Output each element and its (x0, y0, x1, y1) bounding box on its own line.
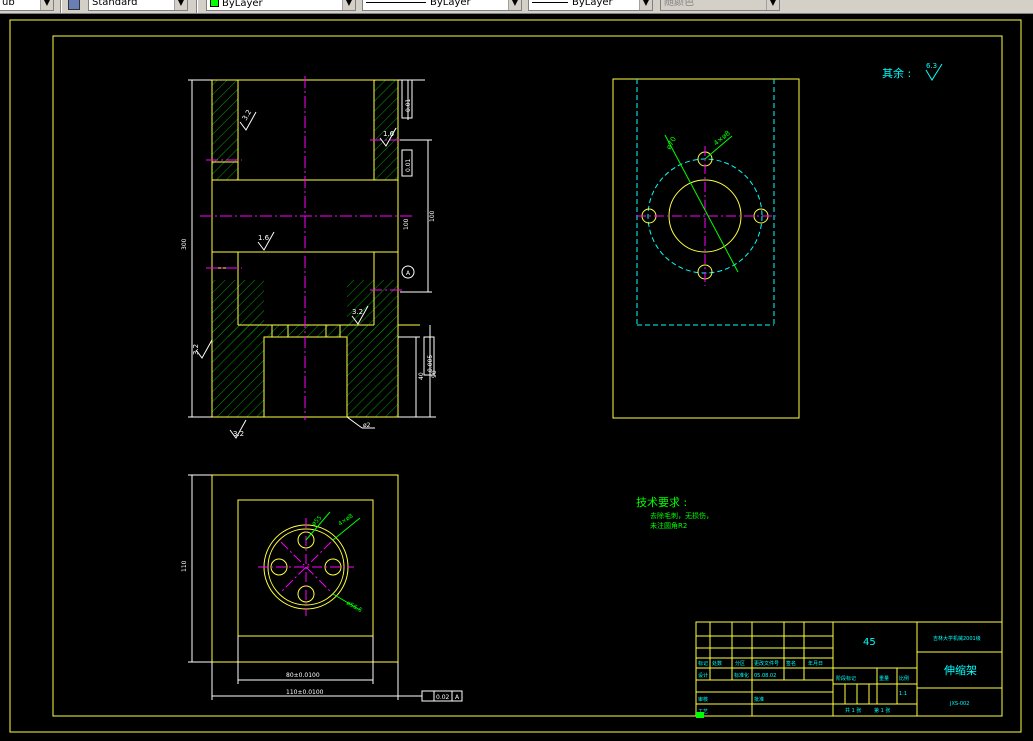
inner-frame (52, 35, 1003, 717)
linetype-control-select[interactable]: ByLayer ▼ (362, 0, 522, 11)
dim-mid-2: 100 (403, 218, 410, 230)
lineweight-control-select[interactable]: ByLayer ▼ (528, 0, 653, 11)
row-review: 审核 (698, 696, 708, 703)
row-approve: 批准 (754, 696, 764, 703)
outer-frame (9, 19, 1022, 733)
scale-label: 比例 (899, 675, 909, 682)
tolerance-value-3: 0.005 (427, 355, 434, 372)
chevron-down-icon[interactable]: ▼ (342, 0, 355, 10)
dim-style-value: Standard (92, 0, 138, 8)
col-doc: 更改文件号 (754, 660, 779, 667)
datum-label: A (406, 270, 411, 277)
toolbar-separator (196, 0, 198, 13)
chevron-down-icon[interactable]: ▼ (40, 0, 53, 10)
top-view[interactable]: ø55 4×ø8 ø56.5 110 80±0.0100 110±0.0100 … (181, 474, 463, 702)
lineweight-value: ByLayer (572, 0, 613, 8)
front-bottom-label: ø2 (363, 422, 371, 429)
top-hole-dim: 4×ø8 (337, 512, 355, 527)
roughness-value: 3.2 (192, 344, 200, 355)
plot-style-select: 随颜色 ▼ (660, 0, 780, 11)
tolerance-value-2: 0.01 (405, 158, 412, 172)
dim-mid: 100 (429, 210, 436, 222)
text-style-value: ub (2, 0, 15, 8)
properties-toolbar: ub ▼ Standard ▼ ByLayer ▼ ByLayer ▼ ByLayer ▼… (0, 0, 1033, 14)
color-value: ByLayer (222, 0, 263, 9)
scale-value: 1:1 (899, 691, 907, 697)
drawing-number: JXS-002 (949, 701, 969, 707)
top-width-inner-dim: 80±0.0100 (286, 672, 320, 679)
sheet-number: 第 1 张 (874, 707, 890, 714)
roughness-value: 3.2 (233, 430, 244, 438)
tolerance-value-1: 0.01 (405, 98, 412, 112)
tech-requirement-line: 去除毛刺，无损伤， (650, 511, 713, 520)
chevron-down-icon[interactable]: ▼ (174, 0, 187, 10)
row-design-date: 05.08.02 (754, 673, 776, 679)
school-name: 吉林大学机械2001级 (933, 635, 981, 642)
linetype-sample-icon (366, 1, 426, 3)
note-rest-roughness: 6.3 (926, 62, 937, 70)
dim-overall-height: 300 (181, 238, 188, 250)
plot-style-value: 随颜色 (664, 0, 694, 8)
hatch-region (212, 80, 238, 180)
col-sign: 签名 (786, 660, 796, 667)
toolbar-separator (60, 0, 62, 13)
tech-requirement-line: 未注圆角R2 (650, 521, 687, 530)
chevron-down-icon[interactable]: ▼ (639, 0, 652, 10)
dim-style-select[interactable]: Standard ▼ (88, 0, 188, 11)
ucs-marker-icon (696, 712, 704, 718)
col-zone: 分区 (735, 660, 745, 667)
drawing-svg[interactable]: 300 90 40 100 100 0.01 0.01 0.005 A ø2 3… (0, 14, 1033, 737)
lineweight-sample-icon (532, 1, 568, 3)
stage-label: 阶段标记 (836, 675, 856, 682)
row-standard: 标准化 (734, 672, 749, 679)
tech-requirements-title: 技术要求 : (636, 496, 687, 509)
side-view[interactable]: ø70 4×ø8 (612, 78, 800, 419)
drawing-canvas[interactable]: 300 90 40 100 100 0.01 0.01 0.005 A ø2 3… (0, 14, 1033, 737)
top-bolt-circle-dim: ø55 (310, 514, 323, 527)
chevron-down-icon[interactable]: ▼ (508, 0, 521, 10)
flatness-datum: A (455, 694, 460, 701)
color-swatch-icon (210, 0, 219, 7)
text-style-select[interactable]: ub ▼ (0, 0, 54, 11)
roughness-value: 1.6 (383, 130, 395, 138)
sheet-total: 共 1 张 (845, 707, 861, 714)
color-control-select[interactable]: ByLayer ▼ (206, 0, 356, 11)
note-rest: 其余 : (882, 66, 911, 80)
part-name: 伸缩架 (944, 664, 977, 677)
roughness-value: 3.2 (352, 308, 363, 316)
dimension-style-icon[interactable] (68, 0, 80, 10)
col-date: 年月日 (808, 660, 823, 667)
col-count: 处数 (712, 660, 722, 667)
hatch-region (347, 280, 398, 417)
row-design: 设计 (698, 672, 708, 679)
roughness-value: 1.6 (258, 234, 270, 242)
top-bolt-circle2-dim: ø56.5 (345, 600, 363, 615)
front-section-view[interactable]: 300 90 40 100 100 0.01 0.01 0.005 A ø2 3… (181, 76, 438, 439)
weight-label: 重量 (879, 675, 889, 682)
top-width-outer-dim: 110±0.0100 (286, 689, 324, 696)
title-block[interactable]: 45 伸缩架 吉林大学机械2001级 JXS-002 1:1 共 1 张 第 1… (695, 621, 1003, 717)
top-height-dim: 110 (181, 560, 188, 572)
flatness-value: 0.02 (436, 694, 450, 701)
material-value: 45 (863, 637, 876, 648)
linetype-value: ByLayer (430, 0, 471, 8)
chevron-down-icon: ▼ (766, 0, 779, 10)
col-mark: 标记 (698, 660, 708, 667)
